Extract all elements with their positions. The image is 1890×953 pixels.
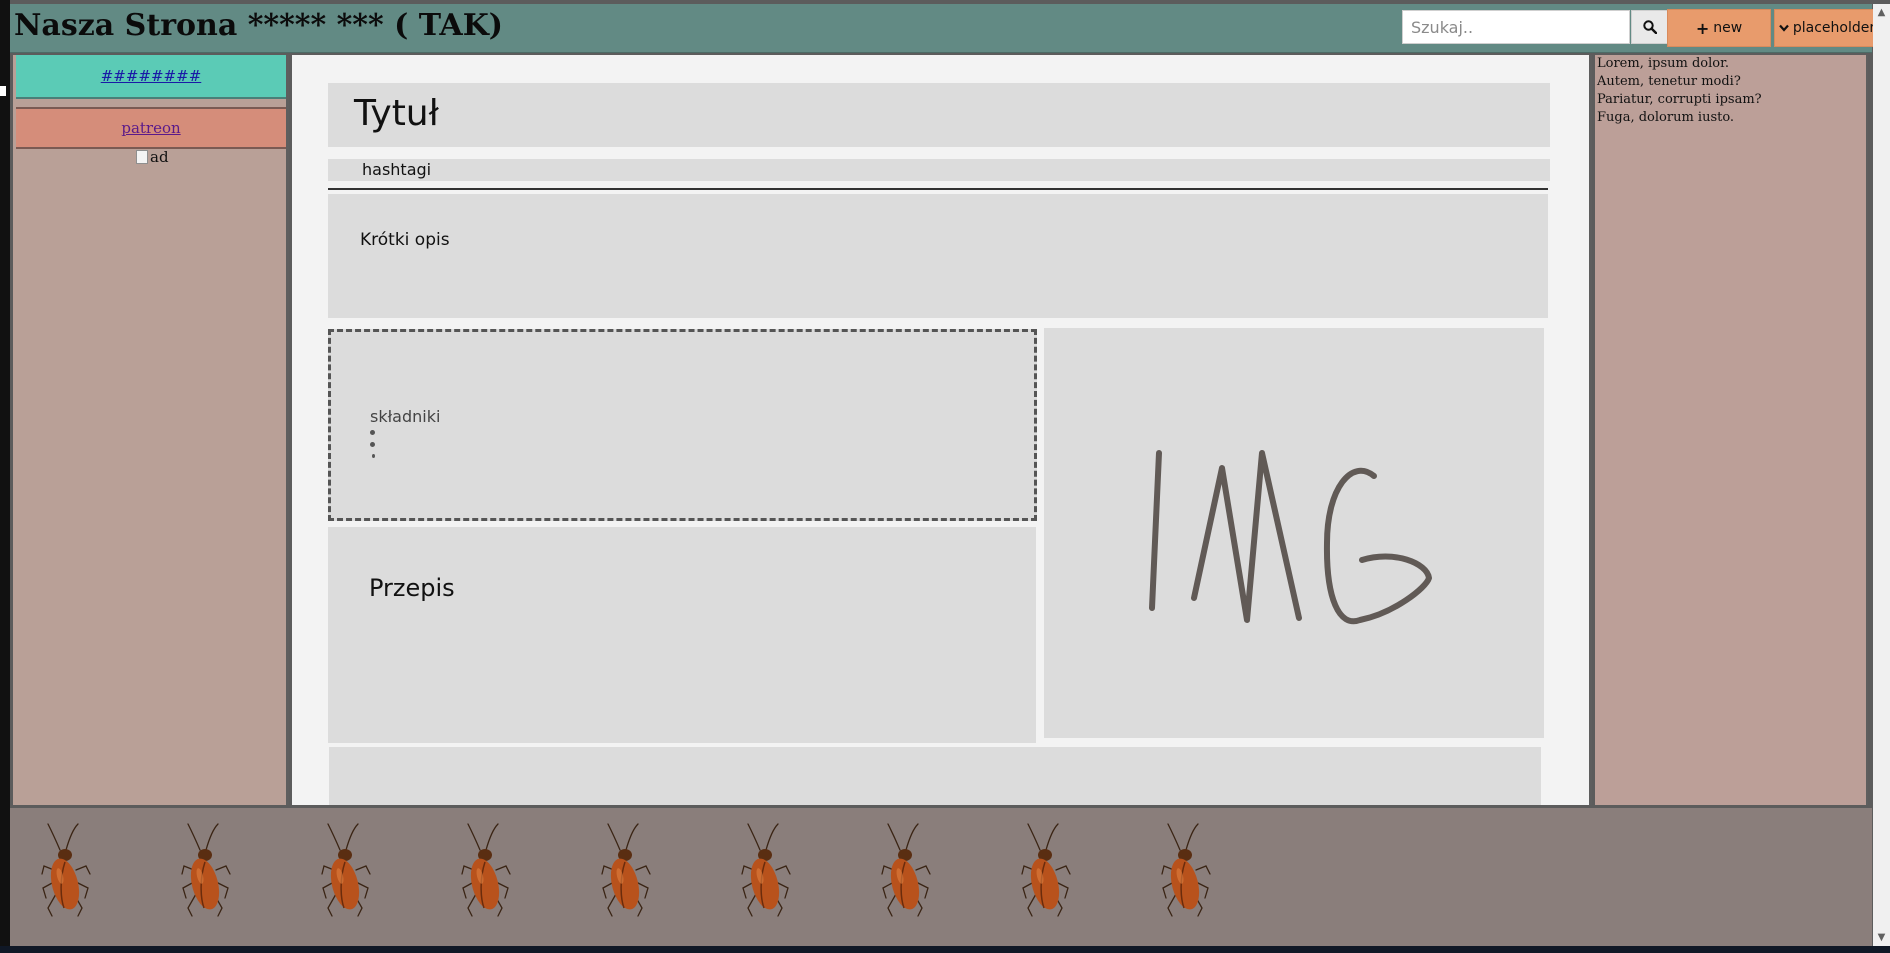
- lorem-line: Fuga, dolorum iusto.: [1597, 110, 1735, 125]
- page-scrollbar[interactable]: ▲ ▼: [1873, 4, 1890, 946]
- main-content: Tytuł hashtagi Krótki opis składniki Prz…: [292, 55, 1592, 805]
- divider: [328, 188, 1548, 190]
- site-header: Nasza Strona ***** *** ( TAK) + new plac…: [10, 4, 1880, 53]
- lorem-line: Pariatur, corrupti ipsam?: [1597, 92, 1762, 107]
- short-description-box: Krótki opis: [328, 194, 1548, 318]
- cockroach-icon: [601, 823, 651, 917]
- cockroach-icon: [741, 823, 791, 917]
- plus-icon: +: [1695, 18, 1710, 38]
- lorem-line: Lorem, ipsum dolor.: [1597, 56, 1729, 71]
- hashtags-text: hashtagi: [362, 160, 432, 179]
- recipe-title: Tytuł: [354, 93, 439, 134]
- browser-window: Nasza Strona ***** *** ( TAK) + new plac…: [0, 0, 1890, 953]
- title-box: Tytuł: [328, 83, 1550, 147]
- lorem-line: Autem, tenetur modi?: [1597, 74, 1741, 89]
- broken-image-icon: [136, 150, 148, 164]
- image-placeholder: [1044, 328, 1544, 738]
- cockroach-icon: [321, 823, 371, 917]
- cockroach-icon: [461, 823, 511, 917]
- recipe-heading: Przepis: [369, 574, 455, 602]
- img-handwritten-icon: [1149, 450, 1432, 625]
- hashtags-box: hashtagi: [328, 159, 1550, 181]
- ingredients-title: składniki: [370, 407, 441, 426]
- ingredients-box: składniki: [328, 329, 1037, 521]
- cockroach-icon: [881, 823, 931, 917]
- ingredient-bullet: [372, 454, 375, 458]
- sidebar-top-link-box: ########: [16, 55, 286, 99]
- new-button-label: new: [1713, 20, 1743, 36]
- cockroach-icon: [1021, 823, 1071, 917]
- search-input[interactable]: [1402, 10, 1630, 44]
- scroll-down-arrow-icon[interactable]: ▼: [1873, 929, 1890, 946]
- left-sidebar: ######## patreon ad: [13, 55, 289, 805]
- right-sidebar: Lorem, ipsum dolor. Autem, tenetur modi?…: [1595, 55, 1868, 805]
- footer: [10, 808, 1872, 946]
- os-taskbar: [0, 946, 1890, 953]
- search-icon: [1642, 20, 1657, 34]
- short-description-text: Krótki opis: [360, 230, 450, 250]
- new-button[interactable]: + new: [1667, 9, 1771, 47]
- scroll-up-arrow-icon[interactable]: ▲: [1873, 4, 1890, 21]
- left-edge-strip: [0, 0, 10, 953]
- bottom-content-box: [329, 747, 1541, 805]
- cockroach-icon: [1161, 823, 1211, 917]
- cockroach-icon: [181, 823, 231, 917]
- recipe-box: Przepis: [328, 527, 1036, 743]
- ingredient-bullet: [370, 442, 375, 447]
- ingredient-bullet: [370, 430, 375, 435]
- site-title: Nasza Strona ***** *** ( TAK): [14, 8, 503, 43]
- sidebar-patreon-link-box: patreon: [16, 107, 286, 149]
- placeholder-button-label: placeholder: [1792, 20, 1876, 36]
- ad-image-broken[interactable]: ad: [136, 148, 169, 166]
- sidebar-hash-link[interactable]: ########: [101, 67, 202, 85]
- patreon-link[interactable]: patreon: [121, 119, 180, 137]
- ad-alt-text: ad: [150, 148, 169, 166]
- placeholder-dropdown-button[interactable]: placeholder: [1774, 9, 1880, 47]
- chevron-down-icon: [1779, 24, 1789, 32]
- cockroach-icon: [41, 823, 91, 917]
- search-button[interactable]: [1631, 10, 1668, 44]
